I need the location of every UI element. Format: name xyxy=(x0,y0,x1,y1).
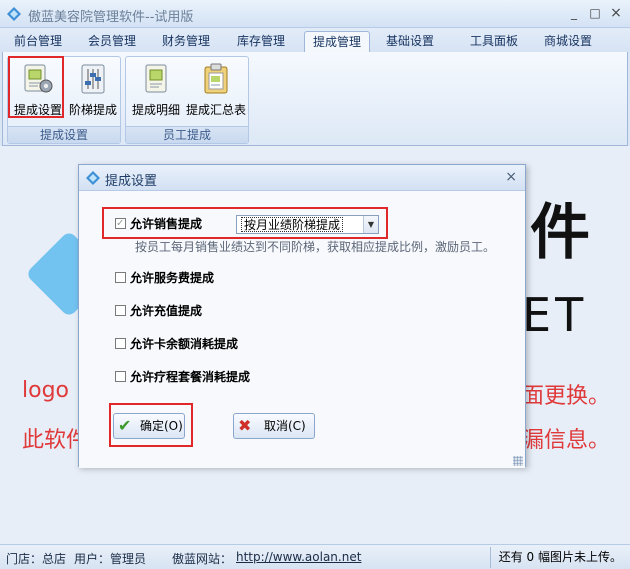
clipboard-summary-icon xyxy=(204,63,228,94)
sales-mode-select[interactable]: 按月业绩阶梯提成 ▼ xyxy=(236,215,379,234)
resize-grip[interactable] xyxy=(513,456,523,466)
cross-icon: ✖ xyxy=(238,416,252,435)
ribbon-group-commission-settings: 提成设置 阶梯提成 提成设置 xyxy=(7,56,121,144)
checkmark-icon: ✔ xyxy=(118,416,132,435)
option-recharge-commission[interactable]: 允许充值提成 xyxy=(115,302,202,320)
option-service-fee-commission[interactable]: 允许服务费提成 xyxy=(115,269,214,287)
background-red-text: logo xyxy=(22,378,69,403)
ok-button[interactable]: ✔ 确定(O) xyxy=(113,413,185,439)
tab-basic-settings[interactable]: 基础设置 xyxy=(378,31,442,52)
maximize-button[interactable]: □ xyxy=(587,6,603,20)
option-label: 允许疗程套餐消耗提成 xyxy=(130,370,251,384)
status-user: 用户：管理员 xyxy=(74,552,147,566)
tab-tools[interactable]: 工具面板 xyxy=(462,31,526,52)
dialog-body: 允许销售提成 按月业绩阶梯提成 ▼ 按员工每月销售业绩达到不同阶梯，获取相应提成… xyxy=(79,191,525,468)
tiered-sliders-icon xyxy=(81,64,105,94)
website-link[interactable]: http://www.aolan.net xyxy=(236,550,361,564)
minimize-button[interactable]: _ xyxy=(566,6,582,20)
ribbon: 提成设置 阶梯提成 提成设置 提成明细 提成汇总表 员工提成 xyxy=(2,52,628,146)
tab-members[interactable]: 会员管理 xyxy=(80,31,144,52)
dialog-close-button[interactable]: × xyxy=(505,169,517,185)
option-label: 允许充值提成 xyxy=(130,304,203,318)
option-label: 允许销售提成 xyxy=(130,217,203,231)
commission-settings-dialog: 提成设置 × 允许销售提成 按月业绩阶梯提成 ▼ 按员工每月销售业绩达到不同阶梯… xyxy=(78,164,526,468)
close-window-button[interactable]: × xyxy=(608,6,624,20)
commission-settings-label: 提成设置 xyxy=(13,103,62,117)
dialog-title: 提成设置 xyxy=(105,174,158,189)
ok-label: 确定(O) xyxy=(140,419,183,433)
main-tab-bar: 前台管理 会员管理 财务管理 库存管理 提成管理 基础设置 工具面板 商城设置 xyxy=(0,28,630,52)
app-logo-icon xyxy=(86,171,100,185)
commission-settings-button[interactable]: 提成设置 xyxy=(10,59,66,121)
card-balance-checkbox[interactable] xyxy=(115,338,126,349)
service-fee-checkbox[interactable] xyxy=(115,272,126,283)
commission-summary-label: 提成汇总表 xyxy=(185,103,246,117)
status-store: 门店：总店 xyxy=(6,552,67,566)
status-site-label: 傲蓝网站： xyxy=(172,552,233,566)
tab-finance[interactable]: 财务管理 xyxy=(154,31,218,52)
tab-mall-settings[interactable]: 商城设置 xyxy=(536,31,600,52)
option-sales-commission[interactable]: 允许销售提成 xyxy=(115,215,202,233)
status-bar: 门店：总店 用户：管理员 傲蓝网站： http://www.aolan.net … xyxy=(0,544,630,569)
tab-commission[interactable]: 提成管理 xyxy=(304,31,370,52)
tiered-commission-button[interactable]: 阶梯提成 xyxy=(66,59,120,121)
commission-summary-button[interactable]: 提成汇总表 xyxy=(184,59,248,121)
background-red-text: 漏信息。 xyxy=(522,428,611,453)
app-logo-icon xyxy=(7,7,21,21)
background-title-char: 件 xyxy=(530,198,590,268)
ribbon-group-label: 提成设置 xyxy=(8,126,120,143)
sales-commission-checkbox[interactable] xyxy=(115,215,126,233)
package-checkbox[interactable] xyxy=(115,371,126,382)
dialog-title-bar: 提成设置 × xyxy=(79,165,525,191)
commission-details-label: 提成明细 xyxy=(131,103,180,117)
option-label: 允许卡余额消耗提成 xyxy=(130,337,239,351)
sales-mode-value: 按月业绩阶梯提成 xyxy=(241,217,344,232)
details-document-icon xyxy=(145,64,167,93)
recharge-checkbox[interactable] xyxy=(115,305,126,316)
settings-document-icon xyxy=(24,64,53,93)
option-card-balance-commission[interactable]: 允许卡余额消耗提成 xyxy=(115,335,238,353)
window-title: 傲蓝美容院管理软件--试用版 xyxy=(28,10,194,25)
cancel-label: 取消(C) xyxy=(264,419,306,433)
tab-reception[interactable]: 前台管理 xyxy=(6,31,70,52)
title-bar: 傲蓝美容院管理软件--试用版 _ □ × xyxy=(0,0,630,28)
background-net-text: ET xyxy=(522,288,588,342)
sales-commission-hint: 按员工每月销售业绩达到不同阶梯，获取相应提成比例，激励员工。 xyxy=(135,240,496,254)
commission-details-button[interactable]: 提成明细 xyxy=(128,59,184,121)
ribbon-group-staff-commission: 提成明细 提成汇总表 员工提成 xyxy=(125,56,249,144)
option-label: 允许服务费提成 xyxy=(130,271,215,285)
chevron-down-icon[interactable]: ▼ xyxy=(363,216,378,233)
option-package-commission[interactable]: 允许疗程套餐消耗提成 xyxy=(115,368,250,386)
background-red-text: 面更换。 xyxy=(522,384,611,409)
cancel-button[interactable]: ✖ 取消(C) xyxy=(233,413,315,439)
tab-inventory[interactable]: 库存管理 xyxy=(228,31,294,52)
ribbon-group-label: 员工提成 xyxy=(126,126,248,143)
tiered-commission-label: 阶梯提成 xyxy=(68,103,117,117)
status-upload-info: 还有 0 幅图片未上传。 xyxy=(489,547,630,568)
